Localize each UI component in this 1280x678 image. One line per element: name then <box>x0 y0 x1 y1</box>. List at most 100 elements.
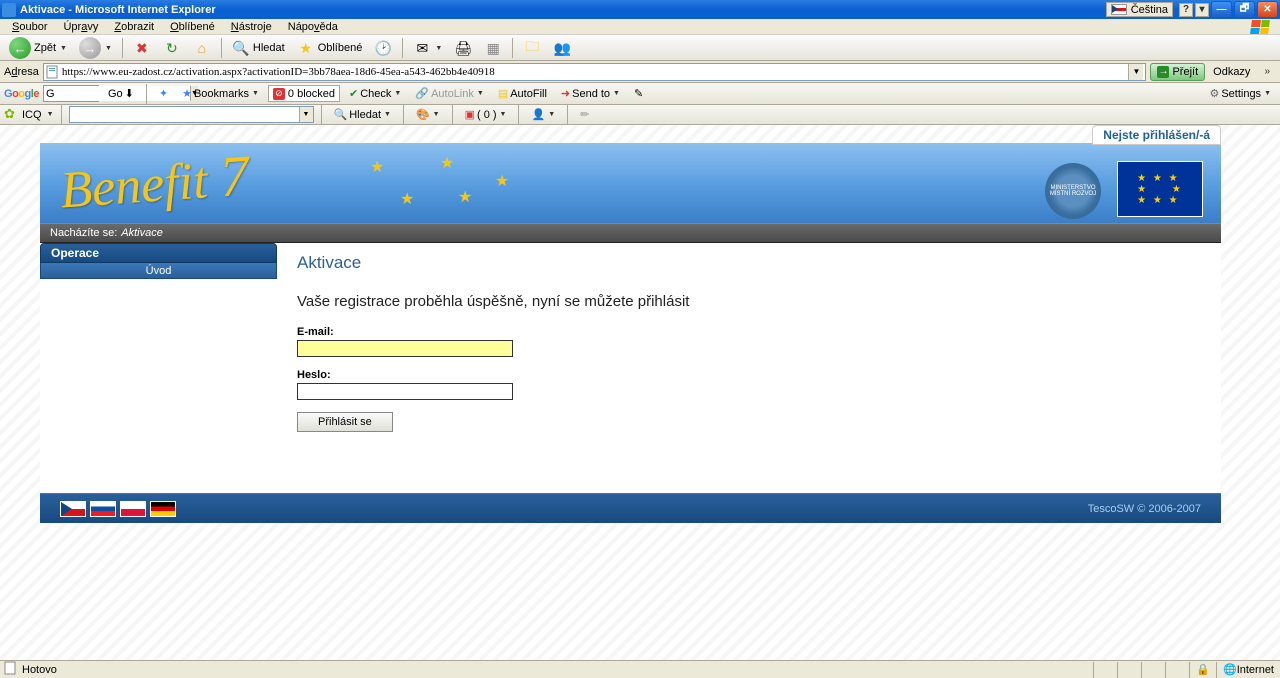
google-star-button[interactable]: ✦ <box>154 85 173 103</box>
edit-button[interactable]: ▦ <box>479 37 507 59</box>
page-header-wrap: Nejste přihlášen/-á Benefit 7 ★ ★ ★ ★ ★ … <box>40 143 1221 223</box>
menu-view[interactable]: Zobrazit <box>106 21 162 33</box>
home-icon: ⌂ <box>193 39 211 57</box>
icq-icon[interactable] <box>4 108 18 122</box>
favorites-label: Oblíbené <box>318 42 363 54</box>
password-label: Heslo: <box>297 369 1201 381</box>
icq-search-wrap[interactable]: ▼ <box>69 106 314 123</box>
print-button[interactable]: 🖨 <box>449 37 477 59</box>
restore-button[interactable]: 🗗 <box>1234 1 1255 18</box>
page-header: Benefit 7 ★ ★ ★ ★ ★ MINISTERSTVOMÍSTNÍ R… <box>40 143 1221 223</box>
refresh-icon: ↻ <box>163 39 181 57</box>
flag-sk[interactable] <box>90 501 116 517</box>
chevron-down-icon[interactable]: ▼ <box>299 107 313 122</box>
star-icon: ✦ <box>159 87 168 100</box>
mail-button[interactable]: ✉▼ <box>408 37 447 59</box>
star-icon: ★ <box>297 39 315 57</box>
separator <box>452 105 453 125</box>
address-input[interactable] <box>62 66 1129 78</box>
messenger-button[interactable]: 👥 <box>548 37 576 59</box>
google-check-button[interactable]: ✔Check▼ <box>344 85 406 103</box>
status-cell <box>1117 662 1141 678</box>
login-button[interactable]: Přihlásit se <box>297 412 393 432</box>
address-input-wrap[interactable]: ▼ <box>43 63 1147 81</box>
chevron-down-icon[interactable]: ▼ <box>47 111 54 118</box>
sidebar: Operace Úvod <box>40 243 277 279</box>
send-icon: ➜ <box>561 87 570 100</box>
star-icon: ★ <box>440 153 454 173</box>
edit-doc-icon: ▦ <box>484 39 502 57</box>
google-brand-select[interactable]: ▼ <box>43 85 99 102</box>
sidebar-header: Operace <box>40 243 277 263</box>
google-blocked-counter[interactable]: ⊘0 blocked <box>268 85 340 102</box>
separator <box>512 38 513 58</box>
address-dropdown[interactable]: ▼ <box>1128 64 1143 80</box>
mail-icon: ✉ <box>413 39 431 57</box>
stop-button[interactable]: ✖ <box>128 37 156 59</box>
flag-de[interactable] <box>150 501 176 517</box>
menu-favorites[interactable]: Oblíbené <box>162 21 223 33</box>
refresh-button[interactable]: ↻ <box>158 37 186 59</box>
google-bookmarks-button[interactable]: ★Bookmarks▼ <box>177 85 264 103</box>
flag-cz[interactable] <box>60 501 86 517</box>
favorites-button[interactable]: ★Oblíbené <box>292 37 368 59</box>
menu-tools[interactable]: Nástroje <box>223 21 280 33</box>
print-icon: 🖨 <box>454 39 472 57</box>
menu-file[interactable]: Soubor <box>4 21 55 33</box>
folder-button[interactable]: 🗀 <box>518 37 546 59</box>
icq-person-button[interactable]: 👤▼ <box>526 106 560 124</box>
icq-tool1-button[interactable]: 🎨▼ <box>411 106 445 124</box>
copyright: TescoSW © 2006-2007 <box>1088 503 1201 515</box>
google-settings-button[interactable]: ⚙Settings▼ <box>1204 85 1276 103</box>
icq-search-button[interactable]: 🔍Hledat▼ <box>329 106 396 124</box>
email-input[interactable] <box>297 340 513 357</box>
home-button[interactable]: ⌂ <box>188 37 216 59</box>
separator <box>402 38 403 58</box>
minimize-button[interactable]: — <box>1211 1 1232 18</box>
status-cell <box>1093 662 1117 678</box>
menu-edit[interactable]: Úpravy <box>55 21 106 33</box>
status-cell <box>1165 662 1189 678</box>
globe-icon: 🌐 <box>1223 663 1237 676</box>
google-logo[interactable]: Google <box>4 88 39 100</box>
google-go-button[interactable]: Go ⬇ <box>103 85 139 103</box>
search-button[interactable]: 🔍Hledat <box>227 37 290 59</box>
icq-count-button[interactable]: ▣( 0 )▼ <box>460 106 512 124</box>
people-icon: 👥 <box>553 39 571 57</box>
google-autofill-button[interactable]: ▤AutoFill <box>493 85 552 103</box>
sidebar-item-uvod[interactable]: Úvod <box>40 263 277 279</box>
google-options-button[interactable]: ✎ <box>629 85 648 103</box>
page-icon <box>46 65 60 79</box>
address-bar: Adresa ▼ → Přejít Odkazy » <box>0 61 1280 83</box>
icq-search-input[interactable] <box>70 107 299 122</box>
menu-bar: Soubor Úpravy Zobrazit Oblíbené Nástroje… <box>0 19 1280 35</box>
separator <box>61 105 62 125</box>
auth-status: Nejste přihlášen/-á <box>1092 125 1221 145</box>
back-button[interactable]: ← Zpět ▼ <box>4 37 72 59</box>
menu-help[interactable]: Nápověda <box>280 21 346 33</box>
history-button[interactable]: 🕑 <box>369 37 397 59</box>
flag-pl[interactable] <box>120 501 146 517</box>
window-title: Aktivace - Microsoft Internet Explorer <box>20 4 216 16</box>
lang-options-button[interactable]: ▾ <box>1195 3 1209 17</box>
page-icon <box>4 661 18 678</box>
page-container: Nejste přihlášen/-á Benefit 7 ★ ★ ★ ★ ★ … <box>40 143 1221 523</box>
go-arrow-icon: → <box>1157 66 1169 78</box>
links-label[interactable]: Odkazy <box>1209 66 1254 78</box>
go-button[interactable]: → Přejít <box>1150 63 1205 81</box>
wand-icon: ✎ <box>634 87 643 100</box>
highlight-icon: ✏ <box>580 108 589 121</box>
address-label: Adresa <box>4 66 39 78</box>
links-expand[interactable]: » <box>1258 66 1276 77</box>
forward-button[interactable]: → ▼ <box>74 37 117 59</box>
close-button[interactable]: ✕ <box>1257 1 1278 18</box>
icq-highlight-button: ✏ <box>575 106 594 124</box>
page-footer: TescoSW © 2006-2007 <box>40 493 1221 523</box>
star-icon: ★ <box>400 189 414 209</box>
palette-icon: 🎨 <box>416 108 430 121</box>
forward-icon: → <box>79 37 101 59</box>
password-input[interactable] <box>297 383 513 400</box>
language-indicator[interactable]: Čeština <box>1106 2 1173 17</box>
lang-help-button[interactable]: ? <box>1179 3 1193 17</box>
google-sendto-button[interactable]: ➜Send to▼ <box>556 85 625 103</box>
